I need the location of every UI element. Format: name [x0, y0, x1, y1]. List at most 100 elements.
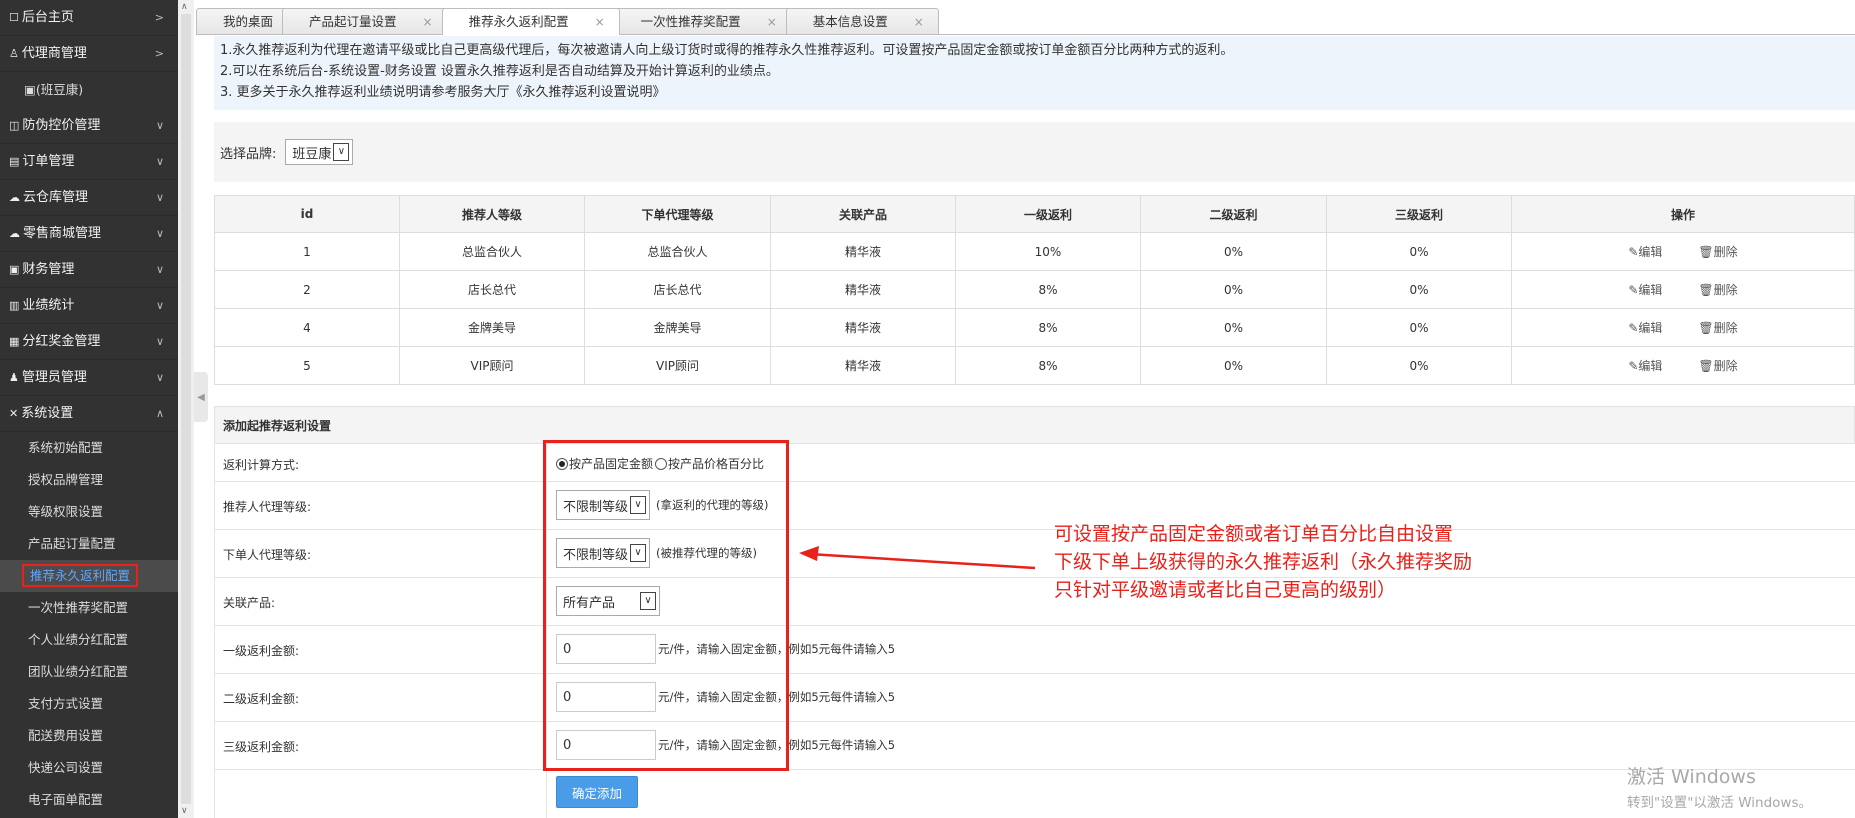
tab-one-time-reward[interactable]: 一次性推荐奖配置 × [613, 8, 792, 34]
sidebar-home-label: 后台主页 [21, 9, 74, 25]
product-label: 关联产品: [223, 596, 276, 610]
chevron-down-icon: ∨ [155, 226, 164, 240]
annotation-text: 可设置按产品固定金额或者订单百分比自由设置 下级下单上级获得的永久推荐返利（永久… [1054, 520, 1472, 604]
pencil-icon: ✎ [1628, 321, 1639, 335]
sidebar-agent-user[interactable]: ▣(班豆康) [0, 72, 178, 108]
brand-select[interactable]: 班豆康 ∨ [285, 139, 354, 165]
collapse-sidebar-handle[interactable]: ◀ [194, 372, 208, 422]
scroll-down-icon[interactable]: ∨ [181, 806, 188, 816]
sidebar-sub-label: 个人业绩分红配置 [28, 632, 129, 647]
table-cell: 精华液 [770, 308, 956, 347]
sidebar-item-retail[interactable]: ☁ 零售商城管理 ∨ [0, 216, 178, 252]
form-row-product: 关联产品: 所有产品 ∨ [214, 578, 1855, 626]
tab-label: 一次性推荐奖配置 [640, 13, 741, 29]
sidebar-item-home[interactable]: ☐ 后台主页 > [0, 0, 178, 36]
sidebar-item-bonus[interactable]: ▦ 分红奖金管理 ∨ [0, 324, 178, 360]
confirm-add-button[interactable]: 确定添加 [556, 776, 638, 808]
pencil-icon: ✎ [1628, 359, 1639, 373]
sidebar-sub-label: 快递公司设置 [28, 760, 104, 775]
chevron-up-icon: ∧ [155, 406, 164, 420]
sidebar-sub-label: 配送费用设置 [28, 728, 104, 743]
sidebar-sub-item[interactable]: 团队业绩分红配置 [0, 656, 178, 688]
sidebar-sub-label: 系统初始配置 [28, 440, 104, 455]
form-row-level3: 三级返利金额: 元/件，请输入固定金额，例如5元每件请输入5 [214, 722, 1855, 770]
column-header: 二级返利 [1140, 195, 1327, 233]
sidebar-sub-item[interactable]: 配送费用设置 [0, 720, 178, 752]
sidebar-item-performance[interactable]: ▥ 业绩统计 ∨ [0, 288, 178, 324]
watermark-subtitle: 转到"设置"以激活 Windows。 [1627, 795, 1812, 811]
tab-label: 产品起订量设置 [309, 13, 397, 29]
column-header: 下单代理等级 [584, 195, 771, 233]
trash-icon: 🗑 [1698, 283, 1714, 297]
sidebar-sub-item[interactable]: 产品起订量配置 [0, 528, 178, 560]
tab-order-quantity[interactable]: 产品起订量设置 × [282, 8, 448, 34]
table-cell: 总监合伙人 [399, 232, 585, 271]
table-row: 4 金牌美导 金牌美导 精华液 8% 0% 0% ✎编辑 🗑删除 [214, 308, 1855, 347]
table-cell: 总监合伙人 [584, 232, 771, 271]
brand-select-value: 班豆康 [292, 146, 332, 162]
table-cell: 8% [955, 270, 1141, 309]
sidebar-warehouse-label: 云仓库管理 [23, 189, 89, 205]
chevron-left-icon: ◀ [197, 391, 205, 403]
tab-label: 我的桌面 [223, 13, 274, 29]
delete-button[interactable]: 🗑删除 [1698, 359, 1737, 373]
edit-button[interactable]: ✎编辑 [1628, 283, 1662, 297]
close-icon[interactable]: × [767, 10, 777, 34]
notice-line: 3. 更多关于永久推荐返利业绩说明请参考服务大厅《永久推荐返利设置说明》 [220, 85, 666, 100]
chevron-down-icon: ∨ [155, 370, 164, 384]
scrollbar-thumb[interactable] [181, 14, 191, 804]
delete-button[interactable]: 🗑删除 [1698, 283, 1737, 297]
tab-desktop[interactable]: 我的桌面 [196, 8, 289, 34]
delete-button[interactable]: 🗑删除 [1698, 321, 1737, 335]
sidebar-system-label: 系统设置 [21, 405, 74, 421]
home-icon: ☐ [9, 10, 19, 24]
sidebar-item-anti-fake[interactable]: ◫ 防伪控价管理 ∨ [0, 108, 178, 144]
edit-button[interactable]: ✎编辑 [1628, 359, 1662, 373]
delete-button[interactable]: 🗑删除 [1698, 245, 1737, 259]
sidebar-scrollbar[interactable]: ∧ ∨ [178, 0, 194, 818]
sidebar-sub-label: 授权品牌管理 [28, 472, 104, 487]
sidebar-sub-item[interactable]: 快递公司设置 [0, 752, 178, 784]
table-cell: 8% [955, 346, 1141, 385]
chevron-down-icon: ∨ [155, 190, 164, 204]
scroll-up-icon[interactable]: ∧ [181, 2, 188, 12]
actions-cell: ✎编辑 🗑删除 [1511, 232, 1855, 271]
sidebar-item-warehouse[interactable]: ☁ 云仓库管理 ∨ [0, 180, 178, 216]
edit-label: 编辑 [1638, 359, 1663, 373]
cloud-icon: ☁ [9, 190, 20, 204]
sidebar-sub-item[interactable]: 电子面单配置 [0, 784, 178, 816]
sidebar-sub-item[interactable]: 支付方式设置 [0, 688, 178, 720]
sidebar-sub-item[interactable]: 等级权限设置 [0, 496, 178, 528]
sidebar-item-admin[interactable]: ♟ 管理员管理 ∨ [0, 360, 178, 396]
sidebar-sub-item-active[interactable]: 推荐永久返利配置 [0, 560, 178, 592]
table-cell: 金牌美导 [399, 308, 585, 347]
level3-label: 三级返利金额: [223, 740, 300, 754]
sidebar-sub-item[interactable]: 授权品牌管理 [0, 464, 178, 496]
sidebar-bonus-label: 分红奖金管理 [22, 333, 101, 349]
bar-chart-icon: ▥ [9, 298, 20, 312]
sidebar-sub-item[interactable]: 个人业绩分红配置 [0, 624, 178, 656]
sidebar-item-orders[interactable]: ▤ 订单管理 ∨ [0, 144, 178, 180]
sidebar-item-agent-mgmt[interactable]: ♙ 代理商管理 > [0, 36, 178, 72]
delete-label: 删除 [1713, 359, 1738, 373]
table-cell: 10% [955, 232, 1141, 271]
level1-label: 一级返利金额: [223, 644, 300, 658]
sidebar-item-finance[interactable]: ▣ 财务管理 ∨ [0, 252, 178, 288]
annotation-line: 只针对平级邀请或者比自己更高的级别） [1054, 579, 1397, 601]
referrer-level-label: 推荐人代理等级: [223, 500, 312, 514]
sidebar-sub-item[interactable]: 系统初始配置 [0, 432, 178, 464]
sidebar-performance-label: 业绩统计 [22, 297, 75, 313]
trash-icon: 🗑 [1698, 321, 1714, 335]
close-icon[interactable]: × [595, 10, 605, 34]
close-icon[interactable]: × [423, 10, 433, 34]
tab-label: 推荐永久返利配置 [468, 14, 569, 29]
annotation-arrow [799, 546, 1036, 570]
edit-button[interactable]: ✎编辑 [1628, 245, 1662, 259]
tab-basic-info[interactable]: 基本信息设置 × [785, 8, 939, 34]
sidebar-item-system[interactable]: ✕ 系统设置 ∧ [0, 396, 178, 432]
edit-button[interactable]: ✎编辑 [1628, 321, 1662, 335]
tab-permanent-rebate[interactable]: 推荐永久返利配置 × [441, 8, 620, 35]
close-icon[interactable]: × [914, 10, 924, 34]
sidebar-sub-label: 支付方式设置 [28, 696, 104, 711]
sidebar-sub-item[interactable]: 一次性推荐奖配置 [0, 592, 178, 624]
